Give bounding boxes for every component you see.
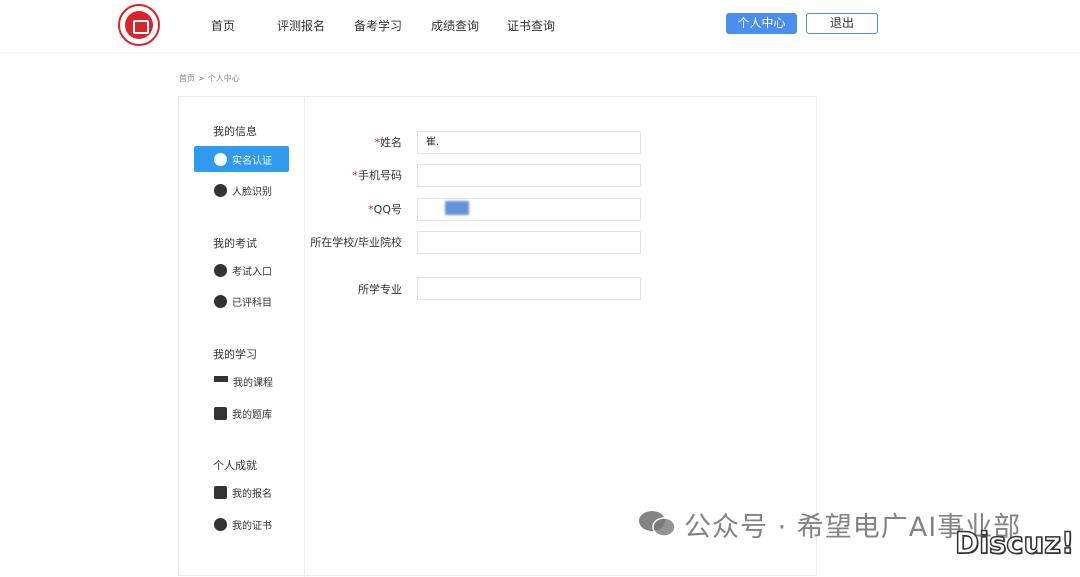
- clipboard-icon: [214, 485, 227, 499]
- sidebar-item-graded-subjects[interactable]: 已评科目: [194, 288, 289, 314]
- school-label: 所在学校/毕业院校: [310, 236, 402, 249]
- sidebar-item-label: 我的课程: [233, 377, 273, 389]
- award-icon: [214, 517, 227, 531]
- breadcrumb-separator: >: [198, 74, 205, 83]
- phone-field[interactable]: [417, 164, 641, 187]
- document-icon: [214, 294, 227, 308]
- nav-score-query[interactable]: 成绩查询: [431, 17, 479, 34]
- nav-assessment-registration[interactable]: 评测报名: [277, 17, 325, 34]
- redacted-value: [445, 201, 469, 215]
- sidebar-item-label: 已评科目: [232, 297, 272, 309]
- wechat-icon: [639, 511, 676, 537]
- sidebar-item-exam-entry[interactable]: 考试入口: [194, 257, 289, 283]
- breadcrumb-current: 个人中心: [207, 74, 240, 83]
- sidebar-item-label: 实名认证: [232, 155, 272, 167]
- sidebar-item-label: 我的报名: [232, 488, 272, 500]
- logo-mark: [125, 11, 153, 39]
- sidebar-item-face-recognition[interactable]: 人脸识别: [194, 177, 289, 203]
- nav-home[interactable]: 首页: [211, 17, 235, 34]
- group-my-info: 我的信息: [213, 125, 257, 138]
- sidebar-item-label: 我的题库: [232, 409, 272, 421]
- graduation-cap-icon: [214, 376, 228, 386]
- nav-exam-study[interactable]: 备考学习: [354, 17, 402, 34]
- edit-icon: [214, 406, 227, 420]
- sidebar-item-label: 人脸识别: [232, 186, 272, 198]
- major-field[interactable]: [417, 277, 641, 300]
- sidebar-item-my-certificates[interactable]: 我的证书: [194, 511, 289, 537]
- sidebar-item-label: 我的证书: [232, 520, 272, 532]
- name-field[interactable]: 崔.: [417, 131, 641, 154]
- phone-label: *手机号码: [352, 169, 403, 182]
- sidebar-item-real-name[interactable]: 实名认证: [194, 146, 289, 172]
- sidebar-item-label: 考试入口: [232, 266, 272, 278]
- nav-certificate-query[interactable]: 证书查询: [507, 17, 555, 34]
- sidebar-item-my-courses[interactable]: 我的课程: [194, 368, 289, 394]
- qq-label: *QQ号: [368, 203, 402, 216]
- sidebar-item-my-registrations[interactable]: 我的报名: [194, 479, 289, 505]
- school-field[interactable]: [417, 231, 641, 254]
- group-my-exams: 我的考试: [213, 237, 257, 250]
- logout-button[interactable]: 退出: [806, 13, 878, 34]
- personal-center-button[interactable]: 个人中心: [726, 13, 797, 34]
- user-circle-icon: [214, 152, 227, 166]
- sidebar: 我的信息 实名认证 人脸识别 我的考试 考试入口 已评科目 我的学习 我的课程 …: [179, 97, 305, 577]
- name-label: *姓名: [374, 136, 403, 149]
- major-label: 所学专业: [358, 283, 402, 296]
- group-achievements: 个人成就: [213, 459, 257, 472]
- content-panel: 我的信息 实名认证 人脸识别 我的考试 考试入口 已评科目 我的学习 我的课程 …: [178, 96, 817, 577]
- site-logo[interactable]: [118, 4, 160, 46]
- sidebar-item-question-bank[interactable]: 我的题库: [194, 400, 289, 426]
- face-icon: [214, 183, 227, 197]
- top-navigation-bar: 首页 评测报名 备考学习 成绩查询 证书查询 个人中心 退出: [0, 0, 1080, 52]
- breadcrumb-home[interactable]: 首页: [179, 74, 195, 83]
- discuz-badge: Discuz!: [954, 525, 1075, 561]
- group-my-study: 我的学习: [213, 348, 257, 361]
- exam-icon: [214, 263, 227, 277]
- breadcrumb: 首页 > 个人中心: [179, 73, 243, 84]
